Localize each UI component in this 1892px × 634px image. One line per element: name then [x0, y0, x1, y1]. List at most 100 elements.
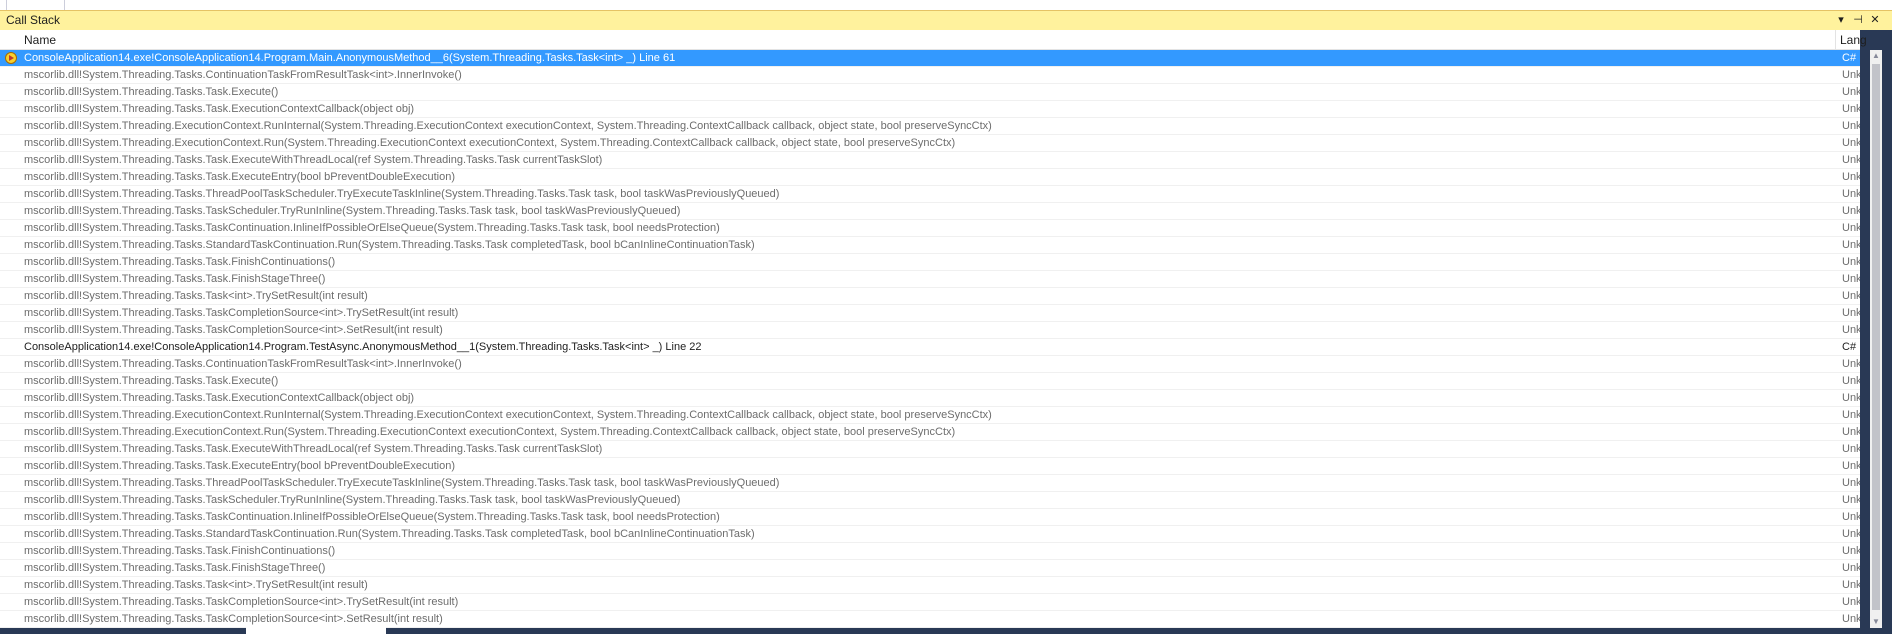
call-stack-frame-row[interactable]: mscorlib.dll!System.Threading.Tasks.Task… — [0, 288, 1860, 305]
frame-name: mscorlib.dll!System.Threading.Tasks.Task… — [24, 375, 279, 387]
auto-hide-pin-icon[interactable]: ⊣ — [1851, 13, 1865, 27]
frame-name: mscorlib.dll!System.Threading.Tasks.Task… — [24, 562, 326, 574]
window-title: Call Stack — [6, 13, 61, 27]
call-stack-frame-row[interactable]: mscorlib.dll!System.Threading.Tasks.Task… — [0, 169, 1860, 186]
frame-name: mscorlib.dll!System.Threading.Tasks.Task… — [24, 86, 279, 98]
frame-name: mscorlib.dll!System.Threading.Tasks.Task… — [24, 154, 603, 166]
call-stack-frame-row[interactable]: mscorlib.dll!System.Threading.Tasks.Task… — [0, 101, 1860, 118]
call-stack-frame-row[interactable]: mscorlib.dll!System.Threading.Tasks.Task… — [0, 322, 1860, 339]
scroll-down-icon[interactable]: ▼ — [1870, 616, 1882, 628]
tab-divider — [64, 0, 65, 10]
call-stack-frame-row[interactable]: mscorlib.dll!System.Threading.Tasks.Task… — [0, 271, 1860, 288]
frame-name: mscorlib.dll!System.Threading.Tasks.Task… — [24, 494, 681, 506]
frame-name: ConsoleApplication14.exe!ConsoleApplicat… — [24, 52, 676, 64]
call-stack-frame-row[interactable]: mscorlib.dll!System.Threading.Tasks.Stan… — [0, 526, 1860, 543]
call-stack-frame-row[interactable]: mscorlib.dll!System.Threading.ExecutionC… — [0, 407, 1860, 424]
frame-language: Unkn — [1842, 375, 1860, 387]
call-stack-frame-row[interactable]: ConsoleApplication14.exe!ConsoleApplicat… — [0, 50, 1860, 67]
vertical-scrollbar[interactable]: ▲ ▼ — [1870, 50, 1882, 628]
call-stack-frame-row[interactable]: mscorlib.dll!System.Threading.Tasks.Task… — [0, 492, 1860, 509]
frame-language: Unkn — [1842, 256, 1860, 268]
frame-language: Unkn — [1842, 477, 1860, 489]
call-stack-frame-row[interactable]: mscorlib.dll!System.Threading.Tasks.Task… — [0, 305, 1860, 322]
frame-language: Unkn — [1842, 494, 1860, 506]
call-stack-frame-row[interactable]: mscorlib.dll!System.Threading.Tasks.Task… — [0, 441, 1860, 458]
frame-language: Unkn — [1842, 120, 1860, 132]
frame-name: mscorlib.dll!System.Threading.Tasks.Task… — [24, 103, 415, 115]
call-stack-frame-row[interactable]: mscorlib.dll!System.Threading.Tasks.Task… — [0, 254, 1860, 271]
frame-language: Unkn — [1842, 69, 1860, 81]
bottom-active-tab[interactable] — [246, 626, 386, 634]
frame-name: mscorlib.dll!System.Threading.Tasks.Task… — [24, 392, 415, 404]
call-stack-frame-row[interactable]: mscorlib.dll!System.Threading.ExecutionC… — [0, 135, 1860, 152]
call-stack-frame-row[interactable]: mscorlib.dll!System.Threading.Tasks.Task… — [0, 373, 1860, 390]
frame-language: Unkn — [1842, 528, 1860, 540]
scroll-up-icon[interactable]: ▲ — [1870, 50, 1882, 62]
frame-name: mscorlib.dll!System.Threading.Tasks.Task… — [24, 171, 456, 183]
frame-language: Unkn — [1842, 579, 1860, 591]
call-stack-frame-row[interactable]: mscorlib.dll!System.Threading.Tasks.Task… — [0, 390, 1860, 407]
call-stack-frame-row[interactable]: mscorlib.dll!System.Threading.Tasks.Task… — [0, 543, 1860, 560]
frame-name: mscorlib.dll!System.Threading.Tasks.Task… — [24, 256, 336, 268]
frame-name: ConsoleApplication14.exe!ConsoleApplicat… — [24, 341, 702, 353]
column-header-row: Name Lang — [0, 30, 1867, 50]
frame-name: mscorlib.dll!System.Threading.Tasks.Task… — [24, 579, 368, 591]
frame-language: Unkn — [1842, 205, 1860, 217]
call-stack-frame-row[interactable]: mscorlib.dll!System.Threading.Tasks.Stan… — [0, 237, 1860, 254]
frame-language: Unkn — [1842, 511, 1860, 523]
column-header-language[interactable]: Lang — [1840, 33, 1867, 47]
call-stack-frame-row[interactable]: mscorlib.dll!System.Threading.Tasks.Task… — [0, 594, 1860, 611]
call-stack-frame-row[interactable]: mscorlib.dll!System.Threading.ExecutionC… — [0, 118, 1860, 135]
window-position-dropdown-icon[interactable]: ▾ — [1834, 13, 1848, 27]
frame-name: mscorlib.dll!System.Threading.Tasks.Task… — [24, 290, 368, 302]
frame-language: Unkn — [1842, 324, 1860, 336]
frame-name: mscorlib.dll!System.Threading.Tasks.Task… — [24, 273, 326, 285]
top-tab-strip — [0, 0, 1892, 10]
frame-language: Unkn — [1842, 222, 1860, 234]
frame-name: mscorlib.dll!System.Threading.Tasks.Task… — [24, 443, 603, 455]
column-header-name[interactable]: Name — [0, 30, 1836, 49]
frame-language: Unkn — [1842, 171, 1860, 183]
scrollbar-thumb[interactable] — [1872, 64, 1880, 610]
frame-language: Unkn — [1842, 137, 1860, 149]
frame-language: Unkn — [1842, 443, 1860, 455]
call-stack-frame-row[interactable]: mscorlib.dll!System.Threading.Tasks.Task… — [0, 458, 1860, 475]
frame-language: Unkn — [1842, 460, 1860, 472]
call-stack-frame-row[interactable]: mscorlib.dll!System.Threading.Tasks.Task… — [0, 220, 1860, 237]
call-stack-frame-row[interactable]: mscorlib.dll!System.Threading.Tasks.Task… — [0, 84, 1860, 101]
frame-name: mscorlib.dll!System.Threading.Tasks.Stan… — [24, 528, 755, 540]
frame-name: mscorlib.dll!System.Threading.Tasks.Task… — [24, 596, 459, 608]
call-stack-list: ConsoleApplication14.exe!ConsoleApplicat… — [0, 50, 1860, 628]
frame-language: Unkn — [1842, 154, 1860, 166]
call-stack-frame-row[interactable]: mscorlib.dll!System.Threading.ExecutionC… — [0, 424, 1860, 441]
call-stack-frame-row[interactable]: mscorlib.dll!System.Threading.Tasks.Thre… — [0, 186, 1860, 203]
tab-divider — [6, 0, 7, 10]
frame-name: mscorlib.dll!System.Threading.Tasks.Stan… — [24, 239, 755, 251]
frame-language: Unkn — [1842, 273, 1860, 285]
frame-language: Unkn — [1842, 307, 1860, 319]
call-stack-frame-row[interactable]: mscorlib.dll!System.Threading.Tasks.Task… — [0, 560, 1860, 577]
frame-name: mscorlib.dll!System.Threading.Tasks.Thre… — [24, 477, 780, 489]
frame-language: Unkn — [1842, 103, 1860, 115]
call-stack-frame-row[interactable]: mscorlib.dll!System.Threading.Tasks.Cont… — [0, 356, 1860, 373]
frame-language: Unkn — [1842, 290, 1860, 302]
call-stack-frame-row[interactable]: mscorlib.dll!System.Threading.Tasks.Thre… — [0, 475, 1860, 492]
frame-name: mscorlib.dll!System.Threading.Tasks.Task… — [24, 613, 443, 625]
frame-name: mscorlib.dll!System.Threading.Tasks.Task… — [24, 511, 720, 523]
frame-name: mscorlib.dll!System.Threading.Tasks.Task… — [24, 307, 459, 319]
call-stack-frame-row[interactable]: mscorlib.dll!System.Threading.Tasks.Task… — [0, 509, 1860, 526]
frame-language: Unkn — [1842, 562, 1860, 574]
call-stack-title-bar[interactable]: Call Stack ▾ ⊣ ✕ — [0, 10, 1892, 30]
frame-name: mscorlib.dll!System.Threading.Tasks.Task… — [24, 460, 456, 472]
call-stack-frame-row[interactable]: mscorlib.dll!System.Threading.Tasks.Cont… — [0, 67, 1860, 84]
frame-language: Unkn — [1842, 545, 1860, 557]
call-stack-frame-row[interactable]: mscorlib.dll!System.Threading.Tasks.Task… — [0, 577, 1860, 594]
frame-name: mscorlib.dll!System.Threading.Tasks.Task… — [24, 222, 720, 234]
call-stack-frame-row[interactable]: mscorlib.dll!System.Threading.Tasks.Task… — [0, 203, 1860, 220]
frame-language: Unkn — [1842, 392, 1860, 404]
call-stack-frame-row[interactable]: ConsoleApplication14.exe!ConsoleApplicat… — [0, 339, 1860, 356]
close-icon[interactable]: ✕ — [1868, 13, 1882, 27]
call-stack-frame-row[interactable]: mscorlib.dll!System.Threading.Tasks.Task… — [0, 152, 1860, 169]
frame-name: mscorlib.dll!System.Threading.Tasks.Cont… — [24, 69, 462, 81]
frame-language: Unkn — [1842, 596, 1860, 608]
